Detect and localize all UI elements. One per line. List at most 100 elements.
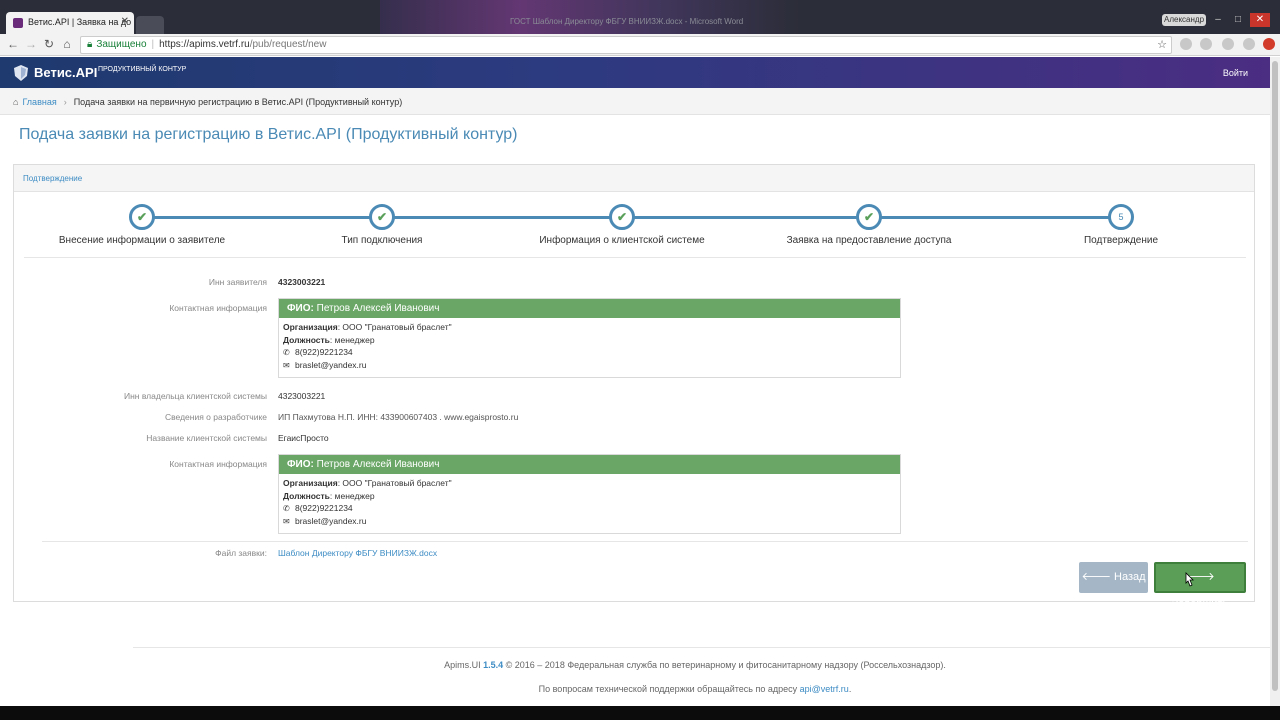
field-value: 4323003221 <box>278 391 326 401</box>
footer-app: Apims.UI <box>444 660 481 670</box>
reload-icon[interactable]: ↻ <box>42 37 56 51</box>
footer-divider <box>133 647 1270 648</box>
shield-logo-icon <box>14 65 28 81</box>
back-button[interactable]: 🡐 Назад <box>1079 562 1148 593</box>
home-icon[interactable]: ⌂ <box>13 97 18 107</box>
maximize-button[interactable]: □ <box>1228 13 1248 27</box>
contact-card-2: ФИО: Петров Алексей Иванович Организация… <box>278 454 901 534</box>
footer-copyright: Apims.UI 1.5.4 © 2016 – 2018 Федеральная… <box>0 660 1280 670</box>
extension-cloud-icon[interactable] <box>1180 38 1192 50</box>
org-label: Организация <box>283 478 338 488</box>
field-label: Контактная информация <box>169 459 267 469</box>
wizard-step-5[interactable]: 5 Подтверждение <box>1021 204 1221 246</box>
wizard-step-1[interactable]: ✔ Внесение информации о заявителе <box>42 204 242 246</box>
footer-period: . <box>848 684 852 694</box>
back-arrow-icon[interactable]: ← <box>6 37 20 51</box>
finish-label: Завершить <box>1171 598 1229 610</box>
wizard-steps: ✔ Внесение информации о заявителе ✔ Тип … <box>14 193 1254 259</box>
browser-window: Ветис.API | Заявка на до ✕ ГОСТ Шаблон Д… <box>0 0 1280 720</box>
page-title: Подача заявки на регистрацию в Ветис.API… <box>19 126 518 143</box>
wizard-step-2[interactable]: ✔ Тип подключения <box>282 204 482 246</box>
field-label: Сведения о разработчике <box>164 412 267 422</box>
bookmark-star-icon[interactable]: ☆ <box>1157 37 1167 53</box>
profile-button[interactable]: Александр <box>1162 14 1206 26</box>
org-label: Организация <box>283 322 338 332</box>
divider <box>24 257 1246 258</box>
url-field[interactable]: 🔒︎ Защищено | https://apims.vetrf.ru/pub/re… <box>80 36 1172 54</box>
brand-name[interactable]: Ветис.API <box>34 65 97 80</box>
extension-pen-icon[interactable] <box>1222 38 1234 50</box>
phone-value: 8(922)9221234 <box>295 503 353 513</box>
footer-version: 1.5.4 <box>483 660 504 670</box>
contact-card: ФИО: Петров Алексей Иванович Организация… <box>278 298 901 378</box>
app-header: Ветис.API ПРОДУКТИВНЫЙ КОНТУР Войти <box>0 57 1270 88</box>
new-tab-button[interactable] <box>136 16 164 34</box>
field-value: ИП Пахмутова Н.П. ИНН: 433900607403 . ww… <box>278 412 519 422</box>
wizard-step-label: Внесение информации о заявителе <box>58 235 226 246</box>
secure-label: Защищено <box>96 39 147 50</box>
field-value: ЕгаисПросто <box>278 433 329 443</box>
arrow-left-icon: 🡐 <box>1081 571 1111 583</box>
background-window-title: ГОСТ Шаблон Директору ФБГУ ВНИИЗЖ.docx -… <box>510 17 744 26</box>
fio-value: Петров Алексей Иванович <box>316 303 440 314</box>
forward-arrow-icon[interactable]: → <box>24 37 38 51</box>
mouse-cursor-icon <box>1185 572 1194 587</box>
step-number: 5 <box>1108 204 1134 230</box>
footer-support-text: По вопросам технической поддержки обраща… <box>538 684 798 694</box>
window-close-button[interactable]: ✕ <box>1250 13 1270 27</box>
page-scrollbar[interactable] <box>1270 57 1280 720</box>
extension-circle-icon[interactable] <box>1200 38 1212 50</box>
wizard-step-4[interactable]: ✔ Заявка на предоставление доступа <box>769 204 969 246</box>
phone-icon: ✆ <box>283 504 290 513</box>
file-download-link[interactable]: Шаблон Директору ФБГУ ВНИИЗЖ.docx <box>278 548 437 558</box>
home-icon[interactable]: ⌂ <box>60 37 74 51</box>
scrollbar-thumb[interactable] <box>1272 61 1278 691</box>
contact-organization: Организация: ООО "Гранатовый браслет" <box>283 478 452 488</box>
contact-card-header: ФИО: Петров Алексей Иванович <box>279 455 900 474</box>
extension-red-icon[interactable] <box>1263 38 1275 50</box>
check-icon: ✔ <box>609 204 635 230</box>
envelope-icon: ✉ <box>283 516 290 526</box>
login-link[interactable]: Войти <box>1223 68 1248 78</box>
fio-value: Петров Алексей Иванович <box>316 459 440 470</box>
back-label: Назад <box>1114 571 1146 583</box>
contact-organization: Организация: ООО "Гранатовый браслет" <box>283 322 452 332</box>
position-value: менеджер <box>334 490 375 501</box>
breadcrumb: ⌂ Главная › Подача заявки на первичную реги… <box>0 88 1270 115</box>
position-label: Должность <box>283 490 330 501</box>
wizard-step-label: Информация о клиентской системе <box>539 235 705 246</box>
check-icon: ✔ <box>369 204 395 230</box>
phone-value: 8(922)9221234 <box>295 347 353 357</box>
email-value: braslet@yandex.ru <box>295 359 367 370</box>
breadcrumb-current: Подача заявки на первичную регистрацию в… <box>73 97 403 107</box>
breadcrumb-home-link[interactable]: Главная <box>22 97 56 107</box>
footer-support: По вопросам технической поддержки обраща… <box>0 684 1280 694</box>
divider <box>42 541 1248 542</box>
extension-shield-icon[interactable] <box>1243 38 1255 50</box>
fio-label: ФИО: <box>287 459 314 470</box>
field-label: Название клиентской системы <box>146 433 267 443</box>
brand-subtitle: ПРОДУКТИВНЫЙ КОНТУР <box>98 66 187 73</box>
close-tab-icon[interactable]: ✕ <box>121 16 129 27</box>
support-email-link[interactable]: api@vetrf.ru <box>800 684 849 694</box>
field-label: Файл заявки: <box>215 548 267 558</box>
chevron-right-icon: › <box>63 97 67 107</box>
org-value: ООО "Гранатовый браслет" <box>342 322 452 332</box>
check-icon: ✔ <box>129 204 155 230</box>
field-label: Инн владельца клиентской системы <box>124 391 267 401</box>
panel-title: Подтверждение <box>14 165 1254 192</box>
wizard-step-label: Тип подключения <box>341 235 423 246</box>
url-host: https://apims.vetrf.ru <box>159 39 250 50</box>
contact-email: ✉ braslet@yandex.ru <box>279 359 900 372</box>
browser-tab-active[interactable]: Ветис.API | Заявка на до ✕ <box>6 12 134 34</box>
field-label: Контактная информация <box>169 303 267 313</box>
address-bar: ← → ↻ ⌂ 🔒︎ Защищено | https://apims.vetrf.r… <box>0 34 1280 56</box>
finish-button[interactable]: 🡒 Завершить <box>1154 562 1246 610</box>
field-value: 4323003221 <box>278 277 326 287</box>
contact-position: Должность: менеджер <box>283 334 375 345</box>
footer-copyright-text: © 2016 – 2018 Федеральная служба по вете… <box>505 660 946 670</box>
wizard-step-3[interactable]: ✔ Информация о клиентской системе <box>522 204 722 246</box>
minimize-button[interactable]: – <box>1208 13 1228 27</box>
contact-card-header: ФИО: Петров Алексей Иванович <box>279 299 900 318</box>
url-path: /pub/request/new <box>249 39 327 50</box>
